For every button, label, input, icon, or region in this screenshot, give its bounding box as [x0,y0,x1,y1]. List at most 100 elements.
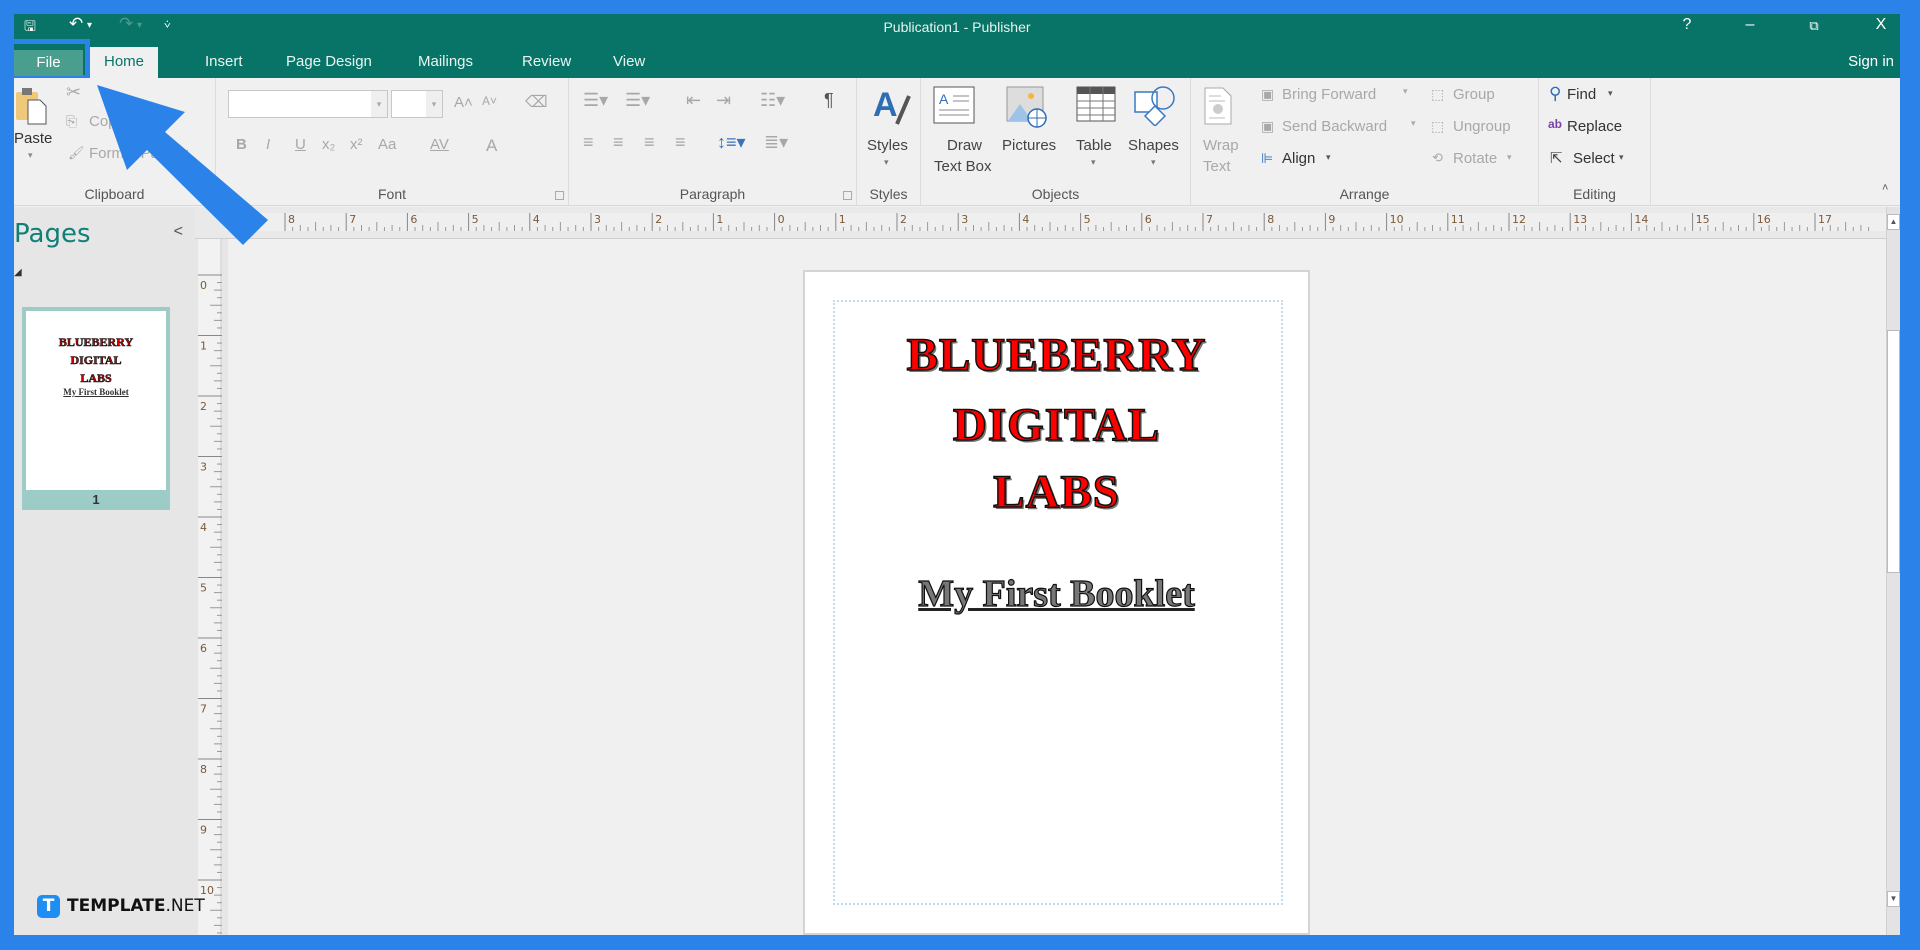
paragraph-launcher[interactable] [843,191,852,200]
shapes-icon[interactable] [1133,84,1177,131]
increase-indent-icon[interactable]: ⇥ [716,90,731,111]
horizontal-ruler[interactable]: 8 7 6 5 4 3 2 1 0 1 2 3 4 5 6 7 8 9 10 11 12 13 14 15 16 17 [195,207,1900,239]
document-canvas[interactable]: BLUEBERRY DIGITAL LABS My First Booklet [228,240,1890,935]
numbering-icon[interactable]: ☰▾ [625,90,650,111]
align-center-icon[interactable]: ≡ [613,132,624,153]
wrap-text-icon[interactable] [1203,86,1233,131]
paste-icon[interactable] [16,86,48,125]
line-spacing-icon[interactable]: ↕≡▾ [717,132,746,153]
tab-home[interactable]: Home [90,47,159,78]
minimize-button[interactable]: – [1735,16,1765,34]
document-subtitle[interactable]: My First Booklet [805,572,1308,616]
styles-icon[interactable]: A [871,84,911,133]
ruler-label: 2 [655,213,662,226]
find-icon: ⚲ [1549,84,1562,103]
draw-text-box-icon[interactable]: A [933,86,975,131]
shapes-button[interactable]: Shapes [1128,137,1179,154]
clear-formatting-icon[interactable]: ⌫ [525,92,548,112]
font-color-button[interactable]: A [486,136,497,156]
chevron-down-icon[interactable]: ▾ [426,91,442,117]
format-painter-button[interactable]: Format Painter [89,145,188,162]
paste-button[interactable]: Paste [14,130,52,147]
restore-button[interactable]: ⧉ [1799,18,1829,34]
styles-button[interactable]: Styles [867,137,908,154]
publication-page[interactable]: BLUEBERRY DIGITAL LABS My First Booklet [803,270,1310,935]
chevron-down-icon[interactable]: ▾ [371,91,387,117]
ruler-label: 5 [200,582,207,595]
help-button[interactable]: ? [1672,16,1702,34]
document-title-line-3[interactable]: LABS [805,465,1308,519]
bring-forward-button[interactable]: Bring Forward [1282,86,1376,103]
rotate-dropdown-icon[interactable]: ▾ [1507,152,1512,163]
select-dropdown-icon[interactable]: ▾ [1619,152,1624,163]
pictures-button[interactable]: Pictures [1002,137,1056,154]
clipboard-launcher[interactable] [202,191,211,200]
text-box-button[interactable]: Text Box [934,158,992,175]
vertical-scrollbar[interactable]: ▲ ▼ [1886,207,1900,935]
sign-in-link[interactable]: Sign in [1848,47,1894,76]
shapes-dropdown-icon[interactable]: ▾ [1151,157,1156,168]
align-right-icon[interactable]: ≡ [644,132,655,153]
table-button[interactable]: Table [1076,137,1112,154]
justify-icon[interactable]: ≡ [675,132,686,153]
replace-button[interactable]: Replace [1567,118,1622,135]
find-dropdown-icon[interactable]: ▾ [1608,88,1613,99]
send-backward-button[interactable]: Send Backward [1282,118,1387,135]
underline-button[interactable]: U [295,136,306,153]
subscript-button[interactable]: x₂ [322,136,335,153]
tab-page-design[interactable]: Page Design [272,47,386,78]
vertical-ruler[interactable]: 0 1 2 3 4 5 6 7 8 9 10 [195,239,228,935]
table-dropdown-icon[interactable]: ▾ [1091,157,1096,168]
find-button[interactable]: Find [1567,86,1596,103]
table-icon[interactable] [1076,86,1116,129]
select-button[interactable]: Select [1573,150,1615,167]
character-spacing-button[interactable]: AV [430,136,449,153]
tab-review[interactable]: Review [508,47,585,78]
font-launcher[interactable] [555,191,564,200]
bring-forward-icon: ▣ [1261,86,1275,102]
paragraph-spacing-icon[interactable]: ≣▾ [764,132,788,153]
wrap-text-button[interactable]: Text [1203,158,1231,175]
font-size-combo[interactable]: ▾ [391,90,443,118]
align-left-icon[interactable]: ≡ [583,132,594,153]
align-button[interactable]: Align [1282,150,1315,167]
change-case-button[interactable]: Aa [378,136,396,153]
document-title-line-1[interactable]: BLUEBERRY [805,328,1308,382]
draw-button[interactable]: Draw [947,137,982,154]
italic-button[interactable]: I [266,136,270,153]
bullets-icon[interactable]: ☰▾ [583,90,608,111]
group-button[interactable]: Group [1453,86,1495,103]
collapse-pages-panel-button[interactable]: < [174,223,183,241]
wrap-button[interactable]: Wrap [1203,137,1239,154]
columns-icon[interactable]: ☷▾ [760,90,785,111]
tab-view[interactable]: View [599,47,659,78]
shrink-font-button[interactable]: A˅ [482,94,497,108]
font-name-combo[interactable]: ▾ [228,90,388,118]
document-title-line-2[interactable]: DIGITAL [805,398,1308,452]
ungroup-button[interactable]: Ungroup [1453,118,1511,135]
styles-dropdown-icon[interactable]: ▾ [884,157,889,168]
cut-icon[interactable]: ✂ [66,82,81,103]
section-collapse-icon[interactable]: ◢ [14,267,22,278]
show-formatting-button[interactable]: ¶ [824,90,834,111]
copy-button[interactable]: Copy [89,113,124,130]
bring-forward-dropdown-icon[interactable]: ▾ [1403,86,1408,97]
decrease-indent-icon[interactable]: ⇤ [686,90,701,111]
grow-font-button[interactable]: A˄ [454,94,473,111]
tab-mailings[interactable]: Mailings [404,47,487,78]
superscript-button[interactable]: x² [350,136,363,153]
pictures-icon[interactable] [1006,86,1048,133]
scroll-up-button[interactable]: ▲ [1887,214,1900,230]
bold-button[interactable]: B [236,136,247,153]
page-thumbnail[interactable]: BLUEBERRY DIGITAL LABS My First Booklet … [22,307,170,510]
rotate-button[interactable]: Rotate [1453,150,1497,167]
tab-insert[interactable]: Insert [191,47,257,78]
scrollbar-thumb[interactable] [1887,330,1900,573]
scroll-down-button[interactable]: ▼ [1887,891,1900,907]
tab-file[interactable]: File [14,39,90,80]
close-button[interactable]: X [1866,16,1896,34]
send-backward-dropdown-icon[interactable]: ▾ [1411,118,1416,129]
collapse-ribbon-icon[interactable]: ˄ [1882,182,1888,194]
paste-dropdown-icon[interactable]: ▾ [28,150,33,161]
align-dropdown-icon[interactable]: ▾ [1326,152,1331,163]
